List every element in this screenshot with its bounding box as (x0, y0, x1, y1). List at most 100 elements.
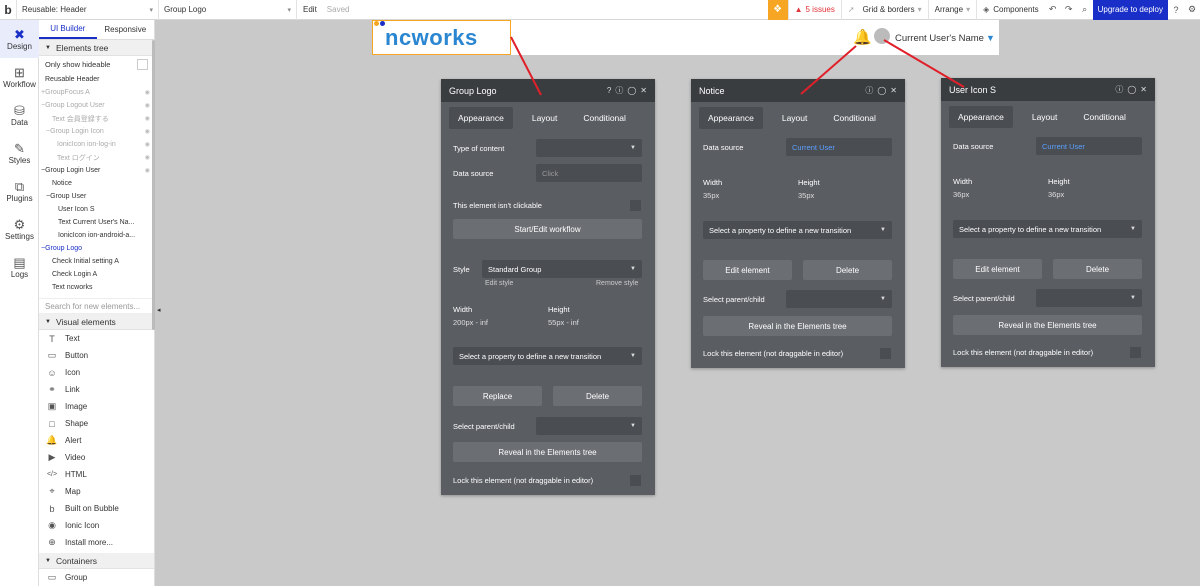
help-icon[interactable]: ? (1168, 0, 1184, 20)
nav-settings[interactable]: ⚙ Settings (0, 210, 39, 248)
element-map[interactable]: ⌖ Map (39, 483, 154, 500)
handle-dot[interactable] (380, 21, 385, 26)
tree-item[interactable]: − Group Login User ◉ (39, 164, 154, 177)
close-icon[interactable]: ✕ (640, 86, 647, 95)
tree-item[interactable]: Text ログイン ◉ (39, 151, 154, 164)
group-logo[interactable]: ncworks (372, 20, 511, 55)
transition-select[interactable]: Select a property to define a new transi… (703, 221, 892, 239)
comment-icon[interactable]: ◯ (877, 86, 886, 95)
bell-icon[interactable]: 🔔 (853, 28, 872, 46)
close-icon[interactable]: ✕ (890, 86, 897, 95)
style-select[interactable]: Standard Group ▼ (482, 260, 642, 278)
tree-item[interactable]: + GroupFocus A ◉ (39, 86, 154, 99)
delete-button[interactable]: Delete (803, 260, 892, 280)
search-icon[interactable]: ⌕ (1077, 0, 1093, 20)
reveal-button[interactable]: Reveal in the Elements tree (953, 315, 1142, 335)
element-image[interactable]: ▣ Image (39, 398, 154, 415)
collapse-panel-icon[interactable]: ◂ (157, 306, 161, 314)
bubble-logo-icon[interactable]: b (0, 0, 17, 20)
data-source-field[interactable]: Current User (786, 138, 892, 156)
not-clickable-checkbox[interactable] (630, 200, 641, 211)
lock-checkbox[interactable] (630, 475, 641, 486)
only-hideable-row[interactable]: Only show hideable (39, 56, 154, 73)
comment-icon[interactable]: ◯ (1127, 85, 1136, 94)
nav-data[interactable]: ⛁ Data (0, 96, 39, 134)
edit-style-link[interactable]: Edit style (485, 280, 513, 287)
containers-header[interactable]: ▼ Containers (39, 553, 154, 569)
page-selector[interactable]: Reusable: Header ▾ (17, 0, 159, 20)
width-value[interactable]: 35px (703, 191, 719, 200)
caret-down-icon[interactable]: ▼ (986, 33, 995, 43)
inspector-header[interactable]: Notice ⓘ ◯ ✕ (691, 79, 905, 102)
tab-ui-builder[interactable]: UI Builder (39, 20, 97, 39)
reveal-button[interactable]: Reveal in the Elements tree (703, 316, 892, 336)
tab-layout[interactable]: Layout (1023, 106, 1067, 128)
delete-button[interactable]: Delete (553, 386, 642, 406)
components-button[interactable]: ◈ Components (976, 0, 1045, 20)
element-video[interactable]: ▶ Video (39, 449, 154, 466)
element-text[interactable]: T Text (39, 330, 154, 347)
lock-checkbox[interactable] (1130, 347, 1141, 358)
element-built-on-bubble[interactable]: b Built on Bubble (39, 500, 154, 517)
element-selector[interactable]: Group Logo ▾ (159, 0, 297, 20)
close-icon[interactable]: ✕ (1140, 85, 1147, 94)
grid-borders-button[interactable]: ➚ Grid & borders ▾ (840, 0, 928, 20)
data-source-input[interactable]: Click (536, 164, 642, 182)
width-value[interactable]: 200px - inf (453, 318, 488, 327)
eye-icon[interactable]: ◉ (145, 141, 150, 148)
undo-icon[interactable]: ↶ (1045, 0, 1061, 20)
comment-icon[interactable]: ◯ (627, 86, 636, 95)
tree-item[interactable]: Check Initial setting A (39, 255, 154, 268)
only-hideable-checkbox[interactable] (137, 59, 148, 70)
parent-child-select[interactable]: ▼ (536, 417, 642, 435)
nav-design[interactable]: ✖ Design (0, 20, 39, 58)
height-value[interactable]: 55px - inf (548, 318, 579, 327)
tab-appearance[interactable]: Appearance (699, 107, 763, 129)
eye-icon[interactable]: ◉ (145, 89, 150, 96)
edit-element-button[interactable]: Edit element (703, 260, 792, 280)
eye-icon[interactable]: ◉ (145, 128, 150, 135)
eye-icon[interactable]: ◉ (145, 102, 150, 109)
handle-dot[interactable] (374, 21, 379, 26)
edit-mode-button[interactable]: Edit Saved (297, 0, 355, 20)
type-of-content-select[interactable]: ▼ (536, 139, 642, 157)
inspector-header[interactable]: Group Logo ? ⓘ ◯ ✕ (441, 79, 655, 102)
element-link[interactable]: ⚭ Link (39, 381, 154, 398)
tree-item[interactable]: User Icon S (39, 203, 154, 216)
element-shape[interactable]: □ Shape (39, 415, 154, 432)
parent-child-select[interactable]: ▼ (786, 290, 892, 308)
tree-item-selected[interactable]: − Group Logo (39, 242, 154, 255)
redo-icon[interactable]: ↷ (1061, 0, 1077, 20)
visual-elements-header[interactable]: ▼ Visual elements (39, 314, 154, 330)
remove-style-link[interactable]: Remove style (596, 280, 638, 287)
arrange-button[interactable]: Arrange ▾ (927, 0, 976, 20)
start-edit-workflow-button[interactable]: Start/Edit workflow (453, 219, 642, 239)
element-icon[interactable]: ☺ Icon (39, 364, 154, 381)
tree-item[interactable]: Text 会員登録する ◉ (39, 112, 154, 125)
current-user-name[interactable]: Current User's Name (895, 33, 984, 44)
issues-button[interactable]: ▲ 5 issues (787, 0, 841, 20)
delete-button[interactable]: Delete (1053, 259, 1142, 279)
tab-conditional[interactable]: Conditional (1074, 106, 1135, 128)
tree-item[interactable]: Text ncworks (39, 281, 154, 294)
elements-tree-header[interactable]: ▼ Elements tree (39, 40, 154, 56)
tab-appearance[interactable]: Appearance (449, 107, 513, 129)
tree-item[interactable]: Reusable Header (39, 73, 154, 86)
eye-icon[interactable]: ◉ (145, 154, 150, 161)
nav-styles[interactable]: ✎ Styles (0, 134, 39, 172)
panel-scrollbar[interactable] (152, 40, 155, 330)
parent-child-select[interactable]: ▼ (1036, 289, 1142, 307)
inspector-header[interactable]: User Icon S ⓘ ◯ ✕ (941, 78, 1155, 101)
info-icon[interactable]: ⓘ (1115, 85, 1123, 94)
upgrade-button[interactable]: Upgrade to deploy (1092, 0, 1168, 20)
info-icon[interactable]: ⓘ (865, 86, 873, 95)
settings-gear-icon[interactable]: ⚙ (1184, 0, 1200, 20)
avatar[interactable] (874, 28, 890, 44)
tab-layout[interactable]: Layout (773, 107, 817, 129)
tab-layout[interactable]: Layout (523, 107, 567, 129)
tree-item[interactable]: Notice (39, 177, 154, 190)
tab-responsive[interactable]: Responsive (97, 20, 155, 39)
gift-icon[interactable]: ❖ (767, 0, 788, 20)
nav-workflow[interactable]: ⊞ Workflow (0, 58, 39, 96)
tree-item[interactable]: IonicIcon ion-log-in ◉ (39, 138, 154, 151)
